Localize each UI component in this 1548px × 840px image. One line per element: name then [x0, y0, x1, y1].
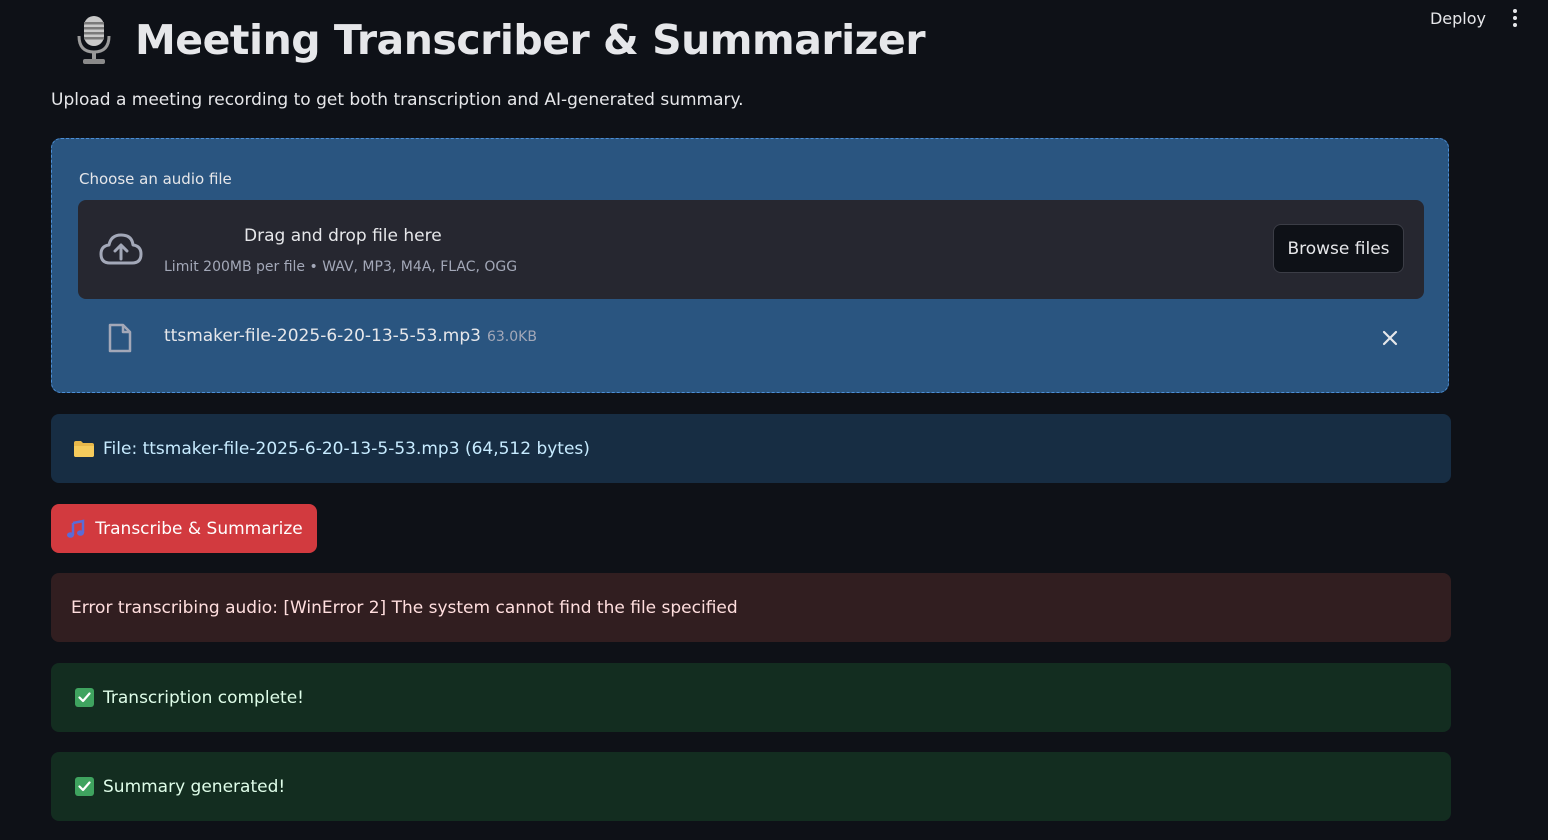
- error-text: Error transcribing audio: [WinError 2] T…: [71, 597, 738, 618]
- drop-limit: Limit 200MB per file • WAV, MP3, M4A, FL…: [164, 259, 518, 275]
- dropzone[interactable]: Drag and drop file here Limit 200MB per …: [78, 200, 1424, 299]
- transcription-success-alert: Transcription complete!: [51, 663, 1451, 732]
- check-icon: [75, 688, 94, 707]
- run-button-label: Transcribe & Summarize: [95, 518, 303, 539]
- uploaded-file-name: ttsmaker-file-2025-6-20-13-5-53.mp3 63.0K…: [164, 326, 537, 346]
- file-name-text: ttsmaker-file-2025-6-20-13-5-53.mp3: [164, 326, 481, 346]
- close-icon[interactable]: [1380, 328, 1400, 348]
- file-size: 63.0KB: [486, 329, 537, 345]
- microphone-icon: [63, 9, 125, 71]
- file-uploader: Choose an audio file Drag and drop file …: [51, 138, 1449, 393]
- uploader-label: Choose an audio file: [79, 170, 232, 188]
- summary-success-alert: Summary generated!: [51, 752, 1451, 821]
- file-info-alert: File: ttsmaker-file-2025-6-20-13-5-53.mp…: [51, 414, 1451, 483]
- main-menu-icon[interactable]: [1508, 8, 1522, 28]
- drop-title: Drag and drop file here: [244, 226, 442, 246]
- title-row: Meeting Transcriber & Summarizer: [51, 0, 1451, 80]
- file-icon: [108, 323, 132, 353]
- cloud-upload-icon: [98, 231, 144, 267]
- main-content: Meeting Transcriber & Summarizer Upload …: [51, 0, 1451, 821]
- file-info-text: File: ttsmaker-file-2025-6-20-13-5-53.mp…: [103, 438, 590, 459]
- transcription-success-text: Transcription complete!: [103, 687, 304, 708]
- uploaded-file-row: ttsmaker-file-2025-6-20-13-5-53.mp3 63.0K…: [78, 315, 1424, 361]
- check-icon: [75, 777, 94, 796]
- page-subtitle: Upload a meeting recording to get both t…: [51, 90, 744, 110]
- music-note-icon: [65, 518, 87, 540]
- transcribe-summarize-button[interactable]: Transcribe & Summarize: [51, 504, 317, 553]
- summary-success-text: Summary generated!: [103, 776, 286, 797]
- browse-files-button[interactable]: Browse files: [1273, 224, 1404, 273]
- error-alert: Error transcribing audio: [WinError 2] T…: [51, 573, 1451, 642]
- folder-icon: [73, 438, 95, 460]
- page-title: Meeting Transcriber & Summarizer: [135, 16, 926, 64]
